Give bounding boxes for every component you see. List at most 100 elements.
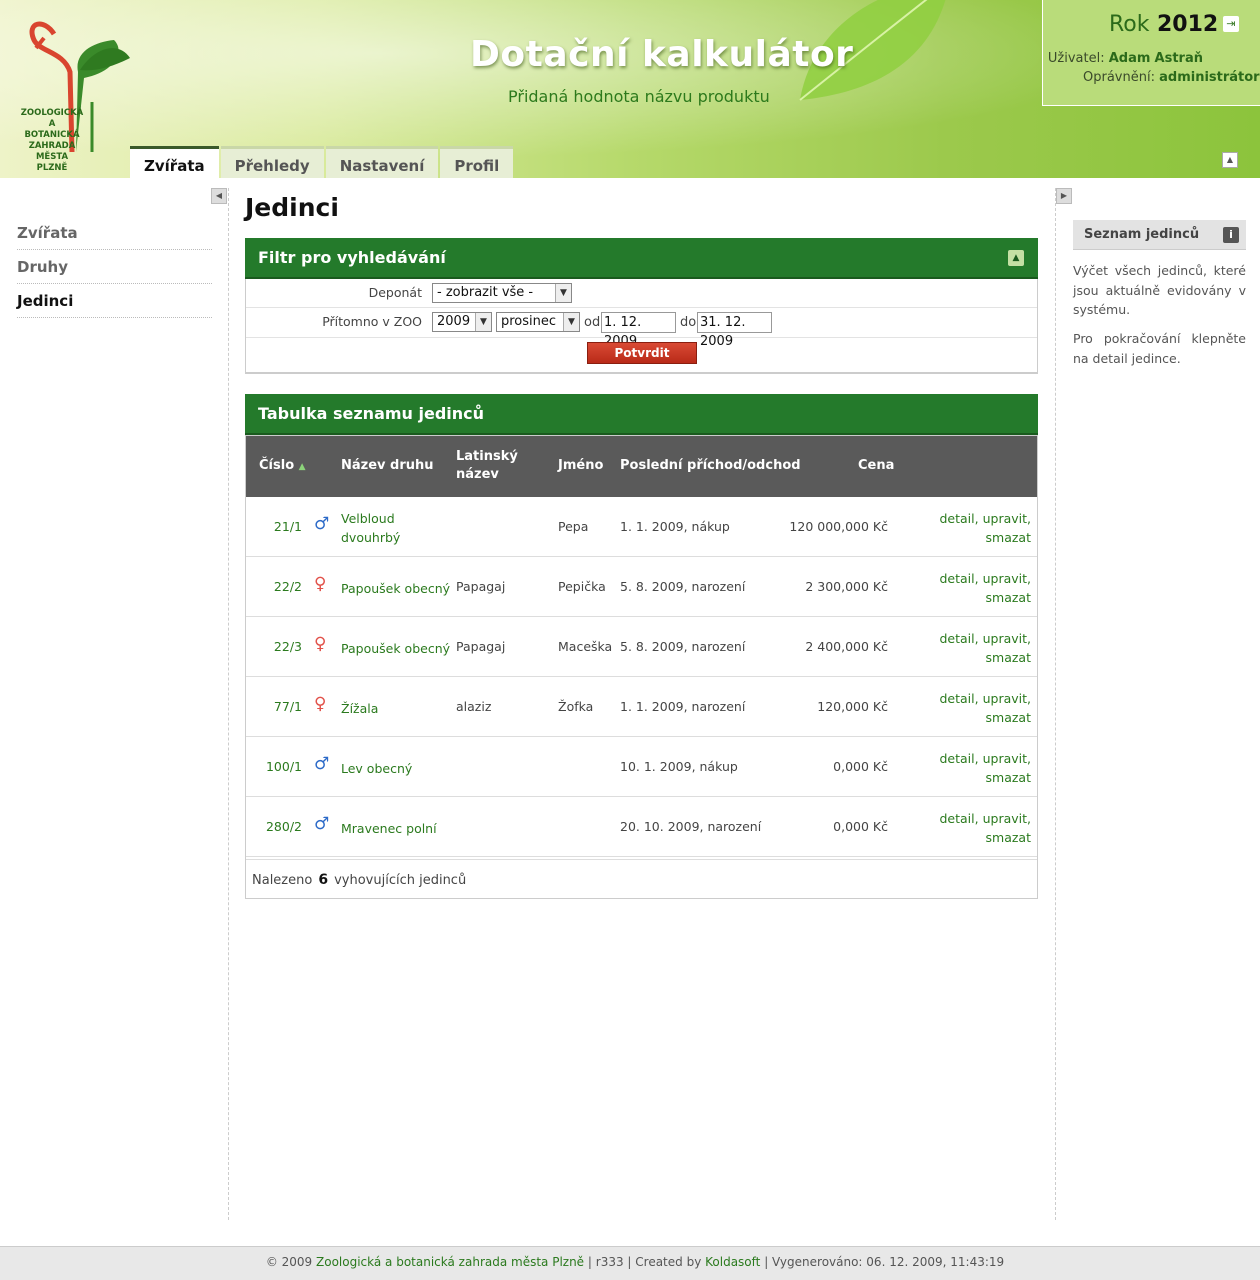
chevron-down-icon: ▼ xyxy=(563,313,579,331)
col-species-header[interactable]: Název druhu xyxy=(341,458,434,473)
edit-link[interactable]: upravit, xyxy=(983,631,1031,646)
user-line: Uživatel: Adam Astraň xyxy=(1047,51,1203,66)
animal-number[interactable]: 77/1 xyxy=(246,699,302,714)
sidebar-item-jedinci[interactable]: Jedinci xyxy=(17,284,212,318)
logout-icon[interactable]: ⇥ xyxy=(1223,16,1239,32)
date-to-input[interactable]: 31. 12. 2009 xyxy=(697,312,772,349)
species-link[interactable]: Velbloud dvouhrbý xyxy=(341,509,400,547)
tab-profil[interactable]: Profil xyxy=(440,146,514,178)
last-move: 20. 10. 2009, narození xyxy=(620,819,762,834)
animal-name: Pepička xyxy=(558,579,606,594)
delete-link[interactable]: smazat xyxy=(986,710,1031,725)
deponat-select[interactable]: - zobrazit vše - ▼ xyxy=(432,283,572,303)
price: 2 400,000 Kč xyxy=(805,639,888,654)
animal-name: Žofka xyxy=(558,699,594,714)
species-link[interactable]: Žížala xyxy=(341,699,378,718)
edit-link[interactable]: upravit, xyxy=(983,571,1031,586)
animal-number[interactable]: 100/1 xyxy=(246,759,302,774)
animal-number[interactable]: 280/2 xyxy=(246,819,302,834)
page-footer: © 2009 Zoologická a botanická zahrada mě… xyxy=(0,1246,1260,1280)
col-latin-header[interactable]: Latinský název xyxy=(456,448,518,484)
male-icon: ♂ xyxy=(314,514,330,534)
table-row: 100/1 ♂ Lev obecný 10. 1. 2009, nákup 0,000 … xyxy=(246,737,1037,797)
species-link[interactable]: Lev obecný xyxy=(341,759,412,778)
to-label: do xyxy=(680,315,697,330)
chevron-down-icon: ▼ xyxy=(555,284,571,302)
app-title: Dotační kalkulátor xyxy=(470,34,854,75)
detail-link[interactable]: detail, xyxy=(940,811,979,826)
species-link[interactable]: Papoušek obecný xyxy=(341,639,450,658)
app-subtitle: Přidaná hodnota názvu produktu xyxy=(508,87,770,106)
org-link[interactable]: Zoologická a botanická zahrada města Plz… xyxy=(316,1255,584,1269)
animal-number[interactable]: 22/2 xyxy=(246,579,302,594)
animal-number[interactable]: 22/3 xyxy=(246,639,302,654)
info-icon[interactable]: i xyxy=(1223,227,1239,243)
logo-text: ZOOLOGICKÁ A BOTANICKÁ ZAHRADA MĚSTA PLZ… xyxy=(20,108,84,174)
edit-link[interactable]: upravit, xyxy=(983,751,1031,766)
edit-link[interactable]: upravit, xyxy=(983,691,1031,706)
species-link[interactable]: Papoušek obecný xyxy=(341,579,450,598)
delete-link[interactable]: smazat xyxy=(986,830,1031,845)
delete-link[interactable]: smazat xyxy=(986,770,1031,785)
logo-line: A BOTANICKÁ xyxy=(24,119,80,140)
logo-line: ZOOLOGICKÁ xyxy=(20,108,84,118)
table-header: Číslo ▲ Název druhu Latinský název Jméno… xyxy=(246,436,1037,497)
row-actions: detail, upravit, smazat xyxy=(906,809,1032,847)
chevron-up-icon[interactable]: ▲ xyxy=(1222,152,1238,168)
edit-link[interactable]: upravit, xyxy=(983,811,1031,826)
detail-link[interactable]: detail, xyxy=(940,751,979,766)
animal-number[interactable]: 21/1 xyxy=(246,519,302,534)
info-title: Seznam jedinců xyxy=(1084,227,1200,242)
detail-link[interactable]: detail, xyxy=(940,571,979,586)
sidebar-item-zvirata[interactable]: Zvířata xyxy=(17,216,212,250)
tab-zvirata[interactable]: Zvířata xyxy=(130,146,219,178)
detail-link[interactable]: detail, xyxy=(940,511,979,526)
collapse-right-icon[interactable]: ▶ xyxy=(1056,188,1072,204)
table-row: 22/3 ♀ Papoušek obecný Papagaj Maceška 5. 8. … xyxy=(246,617,1037,677)
detail-link[interactable]: detail, xyxy=(940,631,979,646)
delete-link[interactable]: smazat xyxy=(986,650,1031,665)
user-box: Rok 2012 ⇥ Uživatel: Adam Astraň Oprávně… xyxy=(1042,0,1260,106)
main-tabs: Zvířata Přehledy Nastavení Profil xyxy=(130,146,515,178)
year-label: Rok xyxy=(1109,12,1150,37)
col-price-header[interactable]: Cena xyxy=(858,458,894,473)
vendor-link[interactable]: Koldasoft xyxy=(705,1255,760,1269)
date-from-input[interactable]: 1. 12. 2009 xyxy=(601,312,676,349)
chevron-up-icon[interactable]: ▲ xyxy=(1008,250,1024,266)
info-panel-header: Seznam jedinců i xyxy=(1073,220,1246,250)
row-actions: detail, upravit, smazat xyxy=(906,509,1032,547)
result-count: 6 xyxy=(318,872,329,888)
last-move: 10. 1. 2009, nákup xyxy=(620,759,738,774)
last-move: 5. 8. 2009, narození xyxy=(620,579,746,594)
species-link[interactable]: Mravenec polní xyxy=(341,819,437,838)
from-label: od xyxy=(584,315,601,330)
submit-button[interactable]: Potvrdit xyxy=(587,342,697,364)
detail-link[interactable]: detail, xyxy=(940,691,979,706)
month-select[interactable]: prosinec ▼ xyxy=(496,312,580,332)
table-row: 77/1 ♀ Žížala alaziz Žofka 1. 1. 2009, naroze… xyxy=(246,677,1037,737)
user-name-link[interactable]: Adam xyxy=(1109,51,1151,66)
deponat-row: Deponát - zobrazit vše - ▼ xyxy=(246,279,1037,308)
year-select[interactable]: 2009 ▼ xyxy=(432,312,492,332)
year-value[interactable]: 2012 xyxy=(1157,12,1218,37)
logo-line: ZAHRADA xyxy=(28,141,76,151)
chevron-down-icon: ▼ xyxy=(475,313,491,331)
animal-name: Pepa xyxy=(558,519,589,534)
page-title: Jedinci xyxy=(245,193,339,222)
tab-prehledy[interactable]: Přehledy xyxy=(220,146,324,178)
male-icon: ♂ xyxy=(314,754,330,774)
price: 0,000 Kč xyxy=(833,759,888,774)
col-lastmove-header[interactable]: Poslední příchod/odchod xyxy=(620,458,801,473)
permission-value: administrátor xyxy=(1159,70,1260,85)
delete-link[interactable]: smazat xyxy=(986,590,1031,605)
edit-link[interactable]: upravit, xyxy=(983,511,1031,526)
sidebar-item-druhy[interactable]: Druhy xyxy=(17,250,212,284)
filter-panel-header: Filtr pro vyhledávání ▲ xyxy=(245,238,1038,279)
collapse-left-icon[interactable]: ◀ xyxy=(211,188,227,204)
col-number-header[interactable]: Číslo ▲ xyxy=(259,458,306,473)
user-surname-link[interactable]: Astraň xyxy=(1155,51,1203,66)
tab-nastaveni[interactable]: Nastavení xyxy=(325,146,439,178)
delete-link[interactable]: smazat xyxy=(986,530,1031,545)
col-name-header[interactable]: Jméno xyxy=(558,458,603,473)
permission-line: Oprávnění: administrátor xyxy=(1083,70,1260,85)
